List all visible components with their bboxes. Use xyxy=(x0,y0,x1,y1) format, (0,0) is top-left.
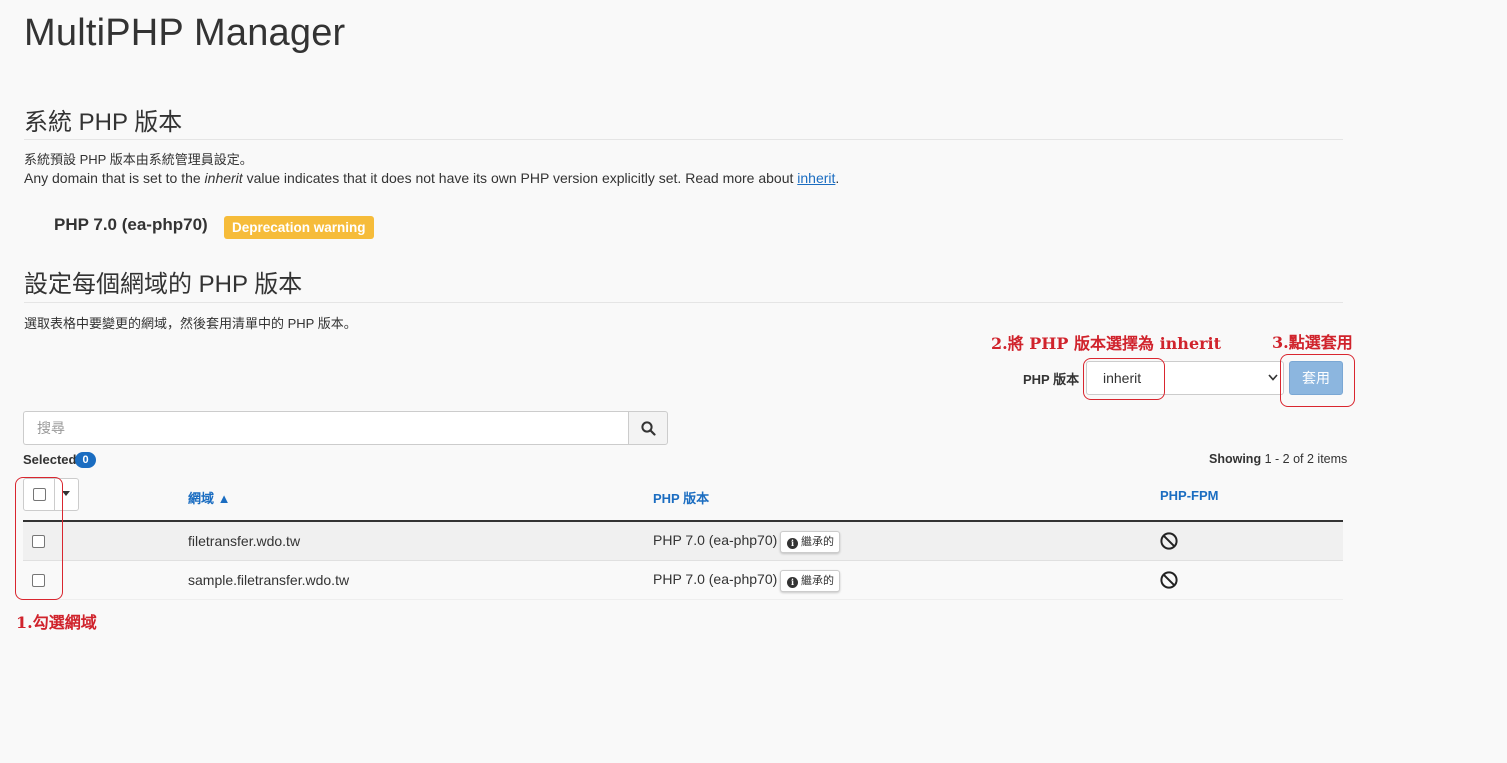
search-icon xyxy=(641,421,656,441)
search-group xyxy=(23,411,668,445)
info-icon: i xyxy=(787,538,798,549)
annotation-box-step2 xyxy=(1083,358,1165,400)
system-description-line2: Any domain that is set to the inherit va… xyxy=(24,170,840,186)
disabled-icon xyxy=(1160,571,1178,594)
selected-label: Selected xyxy=(23,452,77,467)
column-header-domain[interactable]: 網域 ▲ xyxy=(188,488,230,507)
showing-summary: Showing 1 - 2 of 2 items xyxy=(1209,452,1348,466)
caret-down-icon[interactable] xyxy=(62,491,70,496)
system-description-line1: 系統預設 PHP 版本由系統管理員設定。 xyxy=(24,152,253,167)
chevron-down-icon xyxy=(1268,362,1278,407)
inherit-badge[interactable]: i 繼承的 xyxy=(780,570,840,592)
search-input[interactable] xyxy=(23,411,629,445)
php-version-label: PHP 版本 xyxy=(1023,372,1080,387)
domain-php-title: 設定每個網域的 PHP 版本 xyxy=(24,271,303,298)
deprecation-badge: Deprecation warning xyxy=(224,216,374,239)
table-row: filetransfer.wdo.tw PHP 7.0 (ea-php70) i… xyxy=(23,522,1343,561)
page-title: MultiPHP Manager xyxy=(24,12,346,54)
annotation-step2: 2.將 PHP 版本選擇為 inherit xyxy=(991,334,1222,353)
system-php-version: PHP 7.0 (ea-php70) xyxy=(54,215,208,234)
system-php-title: 系統 PHP 版本 xyxy=(24,109,183,136)
domain-name: filetransfer.wdo.tw xyxy=(188,533,301,549)
php-version-value: PHP 7.0 (ea-php70) xyxy=(653,571,778,587)
info-icon: i xyxy=(787,577,798,588)
divider xyxy=(24,302,1343,303)
selected-count-badge: 0 xyxy=(75,452,96,468)
disabled-icon xyxy=(1160,532,1178,555)
annotation-step1: 1.勾選網域 xyxy=(16,613,97,632)
table-row: sample.filetransfer.wdo.tw PHP 7.0 (ea-p… xyxy=(23,561,1343,600)
annotation-step3: 3.點選套用 xyxy=(1272,333,1353,352)
php-version-value: PHP 7.0 (ea-php70) xyxy=(653,532,778,548)
column-header-php-version[interactable]: PHP 版本 xyxy=(653,488,709,507)
annotation-box-step1 xyxy=(15,477,63,600)
system-description: 系統預設 PHP 版本由系統管理員設定。 Any domain that is … xyxy=(24,150,839,188)
domain-instruction: 選取表格中要變更的網域，然後套用清單中的 PHP 版本。 xyxy=(24,316,357,331)
search-button[interactable] xyxy=(628,411,668,445)
annotation-box-step3 xyxy=(1280,354,1355,407)
domain-name: sample.filetransfer.wdo.tw xyxy=(188,572,350,588)
inherit-badge[interactable]: i 繼承的 xyxy=(780,531,840,553)
inherit-link[interactable]: inherit xyxy=(797,170,835,186)
column-header-php-fpm[interactable]: PHP-FPM xyxy=(1160,488,1219,503)
divider xyxy=(24,139,1343,140)
